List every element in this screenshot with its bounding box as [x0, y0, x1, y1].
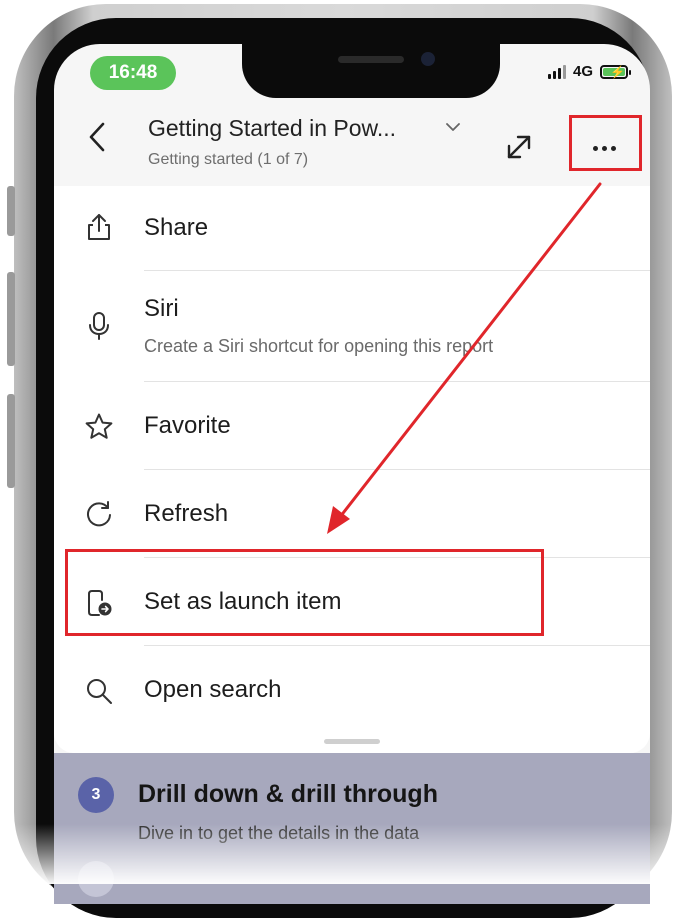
more-dot-icon	[610, 145, 616, 151]
step-title: Drill down & drill through	[138, 780, 438, 808]
menu-item-open-search[interactable]: Open search	[54, 646, 650, 733]
step-number-badge: 3	[78, 777, 114, 813]
sheet-drag-handle[interactable]	[324, 739, 380, 744]
report-header: Getting Started in Pow... Getting starte…	[54, 104, 650, 186]
status-time: 16:48	[90, 56, 176, 90]
cellular-signal-icon	[547, 64, 566, 79]
page-indicator: Getting started (1 of 7)	[148, 151, 309, 168]
mute-switch	[7, 186, 15, 236]
chevron-down-icon[interactable]	[444, 118, 462, 136]
menu-item-siri[interactable]: Siri Create a Siri shortcut for opening …	[54, 271, 650, 381]
step-number-badge	[78, 861, 114, 897]
menu-item-refresh[interactable]: Refresh	[54, 470, 650, 557]
share-icon	[88, 214, 110, 240]
step-description: Dive in to get the details in the data	[138, 823, 420, 843]
launch-item-icon	[88, 590, 112, 616]
phone-screen: 16:48 4G ⚡ Getting Started in Pow... Get…	[54, 44, 650, 904]
menu-item-label: Share	[144, 214, 209, 241]
volume-up-button	[7, 272, 15, 366]
menu-item-share[interactable]: Share	[54, 186, 650, 270]
more-dot-icon	[592, 145, 598, 151]
network-type: 4G	[572, 63, 593, 80]
more-options-button[interactable]	[584, 128, 624, 168]
refresh-icon	[87, 501, 111, 527]
expand-icon[interactable]	[504, 132, 534, 162]
options-sheet: Share Siri Create a Siri shortcut for op…	[54, 186, 650, 753]
volume-down-button	[7, 394, 15, 488]
search-icon	[87, 679, 112, 704]
front-camera	[421, 52, 435, 66]
menu-item-label: Favorite	[144, 412, 231, 439]
menu-item-set-as-launch-item[interactable]: Set as launch item	[54, 558, 650, 645]
menu-item-label: Set as launch item	[144, 588, 342, 615]
menu-item-favorite[interactable]: Favorite	[54, 382, 650, 469]
notch	[242, 44, 500, 98]
menu-item-label: Siri	[144, 295, 179, 322]
report-content-behind-sheet: 3 Drill down & drill through Dive in to …	[54, 753, 650, 904]
status-indicators: 4G ⚡	[547, 63, 631, 80]
back-chevron-icon[interactable]	[84, 120, 112, 154]
menu-item-description: Create a Siri shortcut for opening this …	[144, 336, 494, 356]
battery-charging-icon: ⚡	[600, 64, 631, 79]
speaker-grille	[338, 56, 404, 63]
star-icon	[85, 413, 113, 439]
more-dot-icon	[601, 145, 607, 151]
microphone-icon	[89, 312, 109, 340]
menu-item-label: Refresh	[144, 500, 229, 527]
report-title[interactable]: Getting Started in Pow...	[148, 115, 396, 142]
menu-item-label: Open search	[144, 676, 282, 703]
